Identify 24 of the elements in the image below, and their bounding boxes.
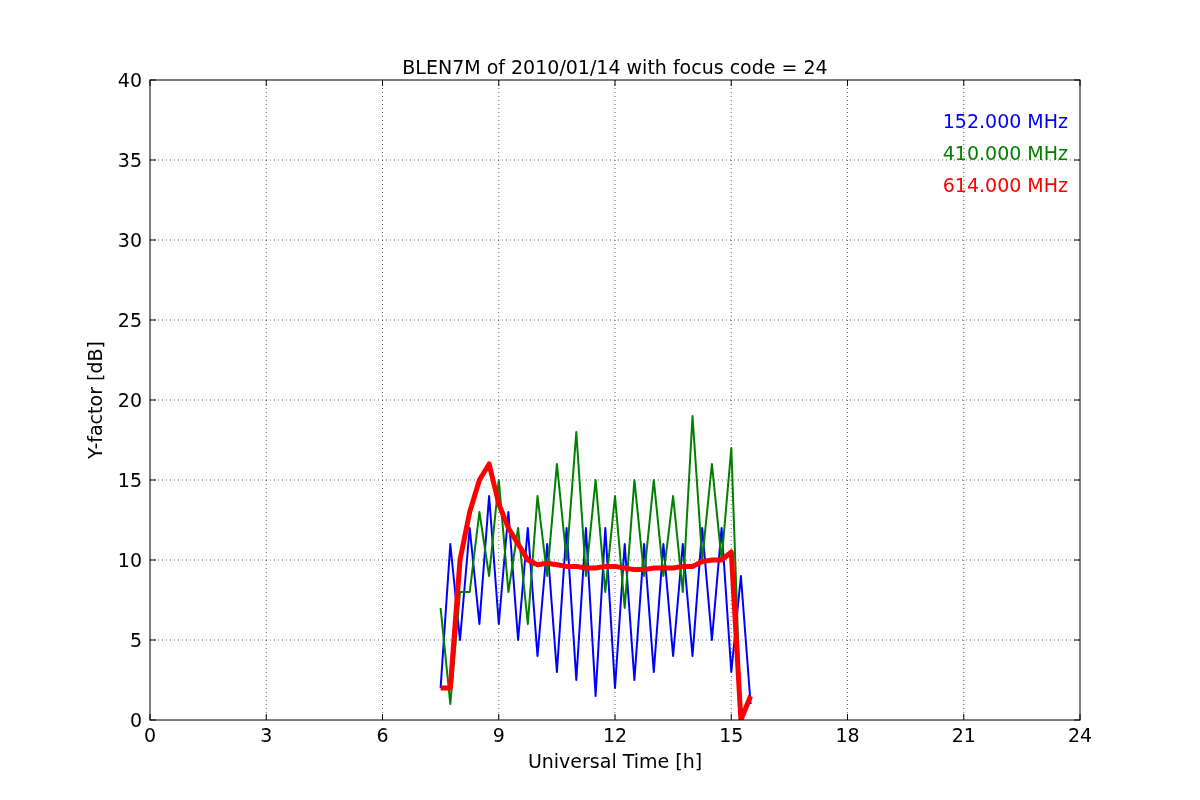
legend-label: 410.000 MHz bbox=[942, 142, 1068, 164]
legend-label: 152.000 MHz bbox=[942, 110, 1068, 132]
tick-label: 18 bbox=[835, 724, 860, 746]
tick-label: 20 bbox=[117, 389, 142, 411]
tick-label: 3 bbox=[260, 724, 273, 746]
tick-label: 24 bbox=[1067, 724, 1093, 746]
tick-label: 15 bbox=[719, 724, 744, 746]
tick-label: 10 bbox=[117, 549, 142, 571]
axis-label: Universal Time [h] bbox=[527, 750, 703, 772]
tick-label: 30 bbox=[117, 229, 142, 251]
tick-label: 12 bbox=[602, 724, 628, 746]
tick-label: 15 bbox=[117, 469, 142, 491]
chart-title: BLEN7M of 2010/01/14 with focus code = 24 bbox=[402, 56, 828, 78]
tick-label: 40 bbox=[117, 69, 142, 91]
tick-label: 0 bbox=[129, 709, 142, 731]
tick-label: 9 bbox=[492, 724, 505, 746]
axis-label: Y-factor [dB] bbox=[84, 341, 106, 459]
tick-label: 6 bbox=[376, 724, 389, 746]
tick-label: 21 bbox=[951, 724, 976, 746]
tick-label: 0 bbox=[143, 724, 157, 746]
tick-label: 5 bbox=[129, 629, 142, 651]
legend-label: 614.000 MHz bbox=[942, 174, 1068, 196]
tick-label: 25 bbox=[117, 309, 142, 331]
tick-label: 35 bbox=[117, 149, 142, 171]
